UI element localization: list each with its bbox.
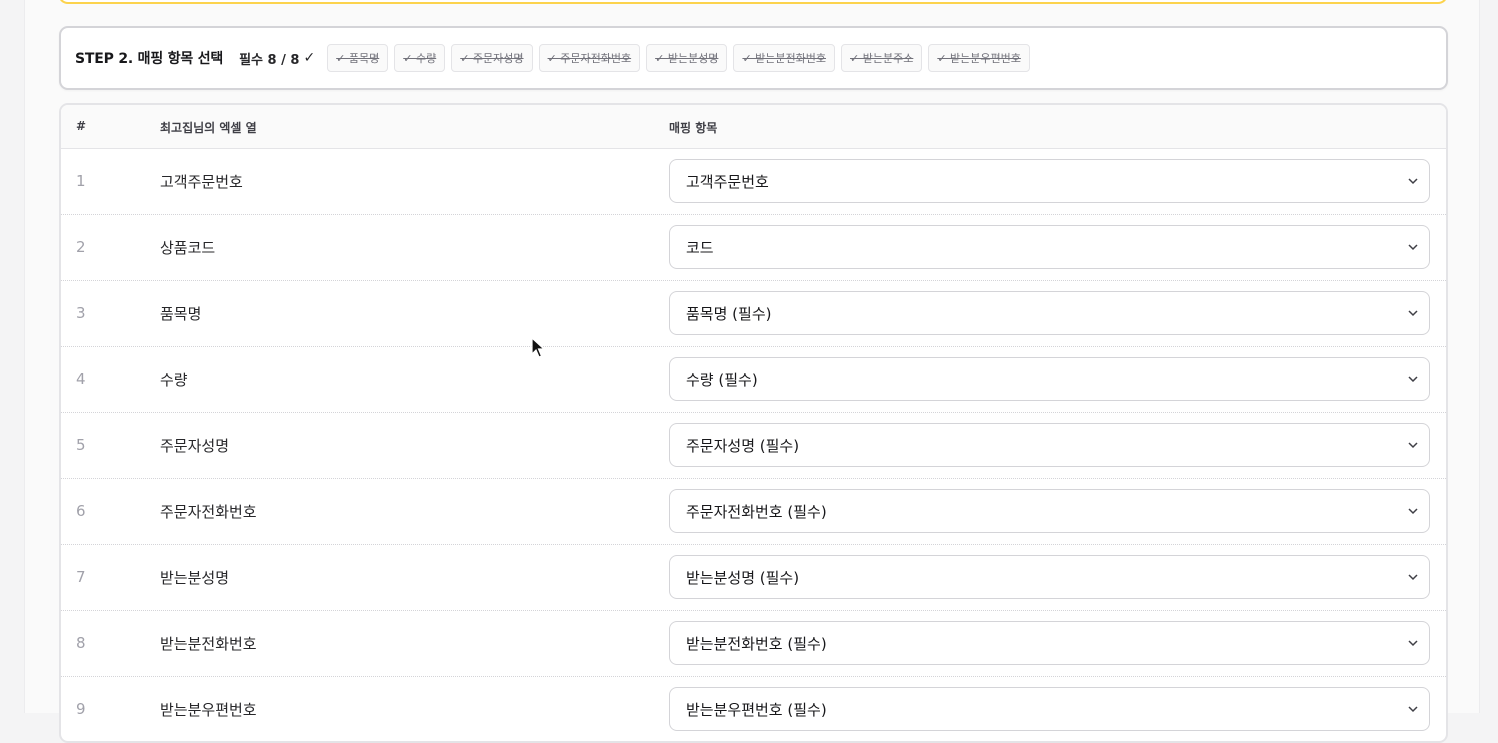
mapping-select[interactable]: 품목명 (필수): [669, 291, 1430, 335]
table-row: 8 받는분전화번호 받는분전화번호 (필수): [61, 611, 1446, 677]
table-header: # 최고집님의 엑셀 열 매핑 항목: [61, 105, 1446, 149]
excel-column-name: 수량: [160, 371, 188, 389]
chevron-down-icon: [1408, 244, 1418, 251]
excel-column-name: 받는분전화번호: [160, 635, 257, 653]
chevron-down-icon: [1408, 640, 1418, 647]
mouse-cursor-icon: [531, 337, 545, 358]
excel-column-name: 주문자성명: [160, 437, 230, 455]
table-row: 6 주문자전화번호 주문자전화번호 (필수): [61, 479, 1446, 545]
excel-column-name: 품목명: [160, 305, 202, 323]
required-count: 필수 8 / 8 ✓: [239, 49, 315, 68]
mapping-select[interactable]: 주문자성명 (필수): [669, 423, 1430, 467]
chip-quantity: ✓ 수량: [394, 44, 446, 72]
chip-item-name: ✓ 품목명: [327, 44, 389, 72]
header-mapping: 매핑 항목: [669, 121, 718, 135]
mapping-select[interactable]: 고객주문번호: [669, 159, 1430, 203]
table-row: 5 주문자성명 주문자성명 (필수): [61, 413, 1446, 479]
mapping-select-value: 수량 (필수): [686, 370, 758, 389]
chevron-down-icon: [1408, 310, 1418, 317]
chevron-down-icon: [1408, 508, 1418, 515]
table-row: 9 받는분우편번호 받는분우편번호 (필수): [61, 677, 1446, 741]
mapping-select[interactable]: 받는분우편번호 (필수): [669, 687, 1430, 731]
mapping-select[interactable]: 받는분성명 (필수): [669, 555, 1430, 599]
mapping-select-value: 품목명 (필수): [686, 304, 772, 323]
excel-column-name: 받는분성명: [160, 569, 230, 587]
chevron-down-icon: [1408, 376, 1418, 383]
mapping-select-value: 주문자성명 (필수): [686, 436, 800, 455]
mapping-table: # 최고집님의 엑셀 열 매핑 항목 1 고객주문번호 고객주문번호 2 상품코…: [59, 103, 1448, 743]
table-row: 2 상품코드 코드: [61, 215, 1446, 281]
mapping-select-value: 코드: [686, 238, 714, 257]
check-icon: ✓: [303, 50, 316, 66]
step-title: STEP 2. 매핑 항목 선택: [75, 51, 224, 67]
chevron-down-icon: [1408, 442, 1418, 449]
excel-column-name: 고객주문번호: [160, 173, 243, 191]
row-number: 5: [76, 436, 86, 454]
table-row: 3 품목명 품목명 (필수): [61, 281, 1446, 347]
mapping-select[interactable]: 주문자전화번호 (필수): [669, 489, 1430, 533]
required-count-label: 필수 8 / 8: [239, 52, 300, 68]
table-row: 1 고객주문번호 고객주문번호: [61, 149, 1446, 215]
header-excel-column: 최고집님의 엑셀 열: [160, 121, 257, 135]
chevron-down-icon: [1408, 574, 1418, 581]
excel-column-name: 상품코드: [160, 239, 216, 257]
chevron-down-icon: [1408, 706, 1418, 713]
chip-recipient-name: ✓ 받는분성명: [646, 44, 728, 72]
mapping-select[interactable]: 코드: [669, 225, 1430, 269]
row-number: 3: [76, 304, 86, 322]
row-number: 1: [76, 172, 86, 190]
previous-step-card: [58, 0, 1448, 4]
row-number: 8: [76, 634, 86, 652]
mapping-select-value: 주문자전화번호 (필수): [686, 502, 827, 521]
mapping-select-value: 받는분성명 (필수): [686, 568, 800, 587]
chip-recipient-postcode: ✓ 받는분우편번호: [928, 44, 1030, 72]
mapping-select[interactable]: 받는분전화번호 (필수): [669, 621, 1430, 665]
chip-recipient-phone: ✓ 받는분전화번호: [733, 44, 835, 72]
chip-orderer-phone: ✓ 주문자전화번호: [538, 44, 641, 72]
chip-recipient-address: ✓ 받는분주소: [841, 44, 923, 72]
chevron-down-icon: [1408, 178, 1418, 185]
chip-orderer-name: ✓ 주문자성명: [451, 44, 533, 72]
header-number: #: [76, 119, 87, 133]
mapping-select-value: 받는분전화번호 (필수): [686, 634, 827, 653]
row-number: 6: [76, 502, 86, 520]
required-field-chips: ✓ 품목명 ✓ 수량 ✓ 주문자성명 ✓ 주문자전화번호 ✓ 받는분성명 ✓ 받…: [327, 44, 1030, 72]
mapping-select-value: 고객주문번호: [686, 172, 769, 191]
row-number: 7: [76, 568, 86, 586]
row-number: 2: [76, 238, 86, 256]
table-row: 4 수량 수량 (필수): [61, 347, 1446, 413]
row-number: 9: [76, 700, 86, 718]
mapping-select-value: 받는분우편번호 (필수): [686, 700, 827, 719]
step-2-card: STEP 2. 매핑 항목 선택 필수 8 / 8 ✓ ✓ 품목명 ✓ 수량 ✓…: [59, 26, 1448, 90]
excel-column-name: 받는분우편번호: [160, 701, 257, 719]
mapping-select[interactable]: 수량 (필수): [669, 357, 1430, 401]
table-row: 7 받는분성명 받는분성명 (필수): [61, 545, 1446, 611]
row-number: 4: [76, 370, 86, 388]
page: STEP 2. 매핑 항목 선택 필수 8 / 8 ✓ ✓ 품목명 ✓ 수량 ✓…: [24, 0, 1480, 743]
excel-column-name: 주문자전화번호: [160, 503, 257, 521]
